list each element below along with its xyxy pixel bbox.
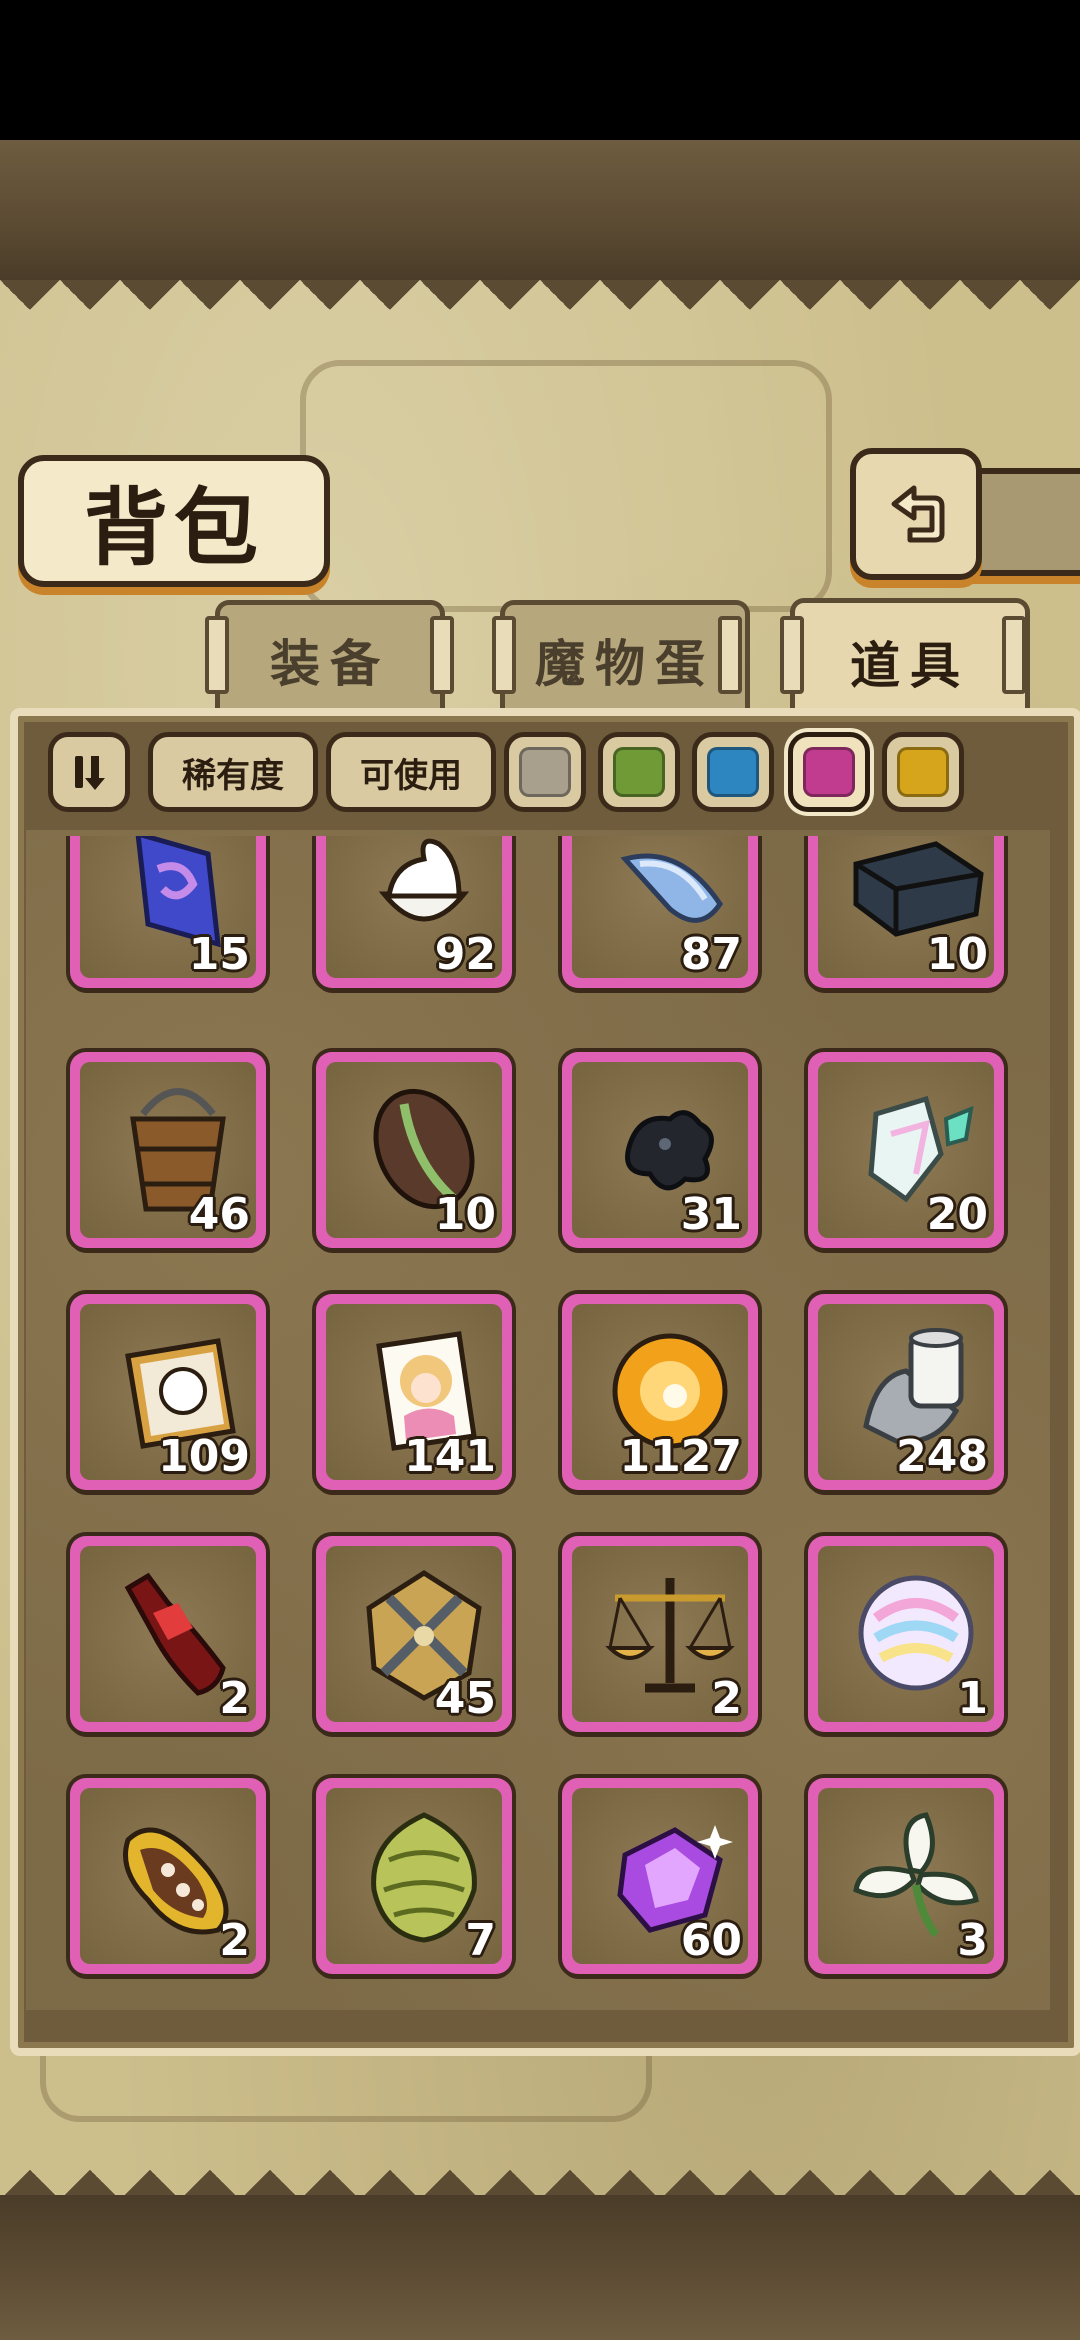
sort-icon xyxy=(75,756,105,790)
item-slot[interactable]: 2 xyxy=(70,1536,266,1732)
rarity-swatch-gray[interactable] xyxy=(504,732,586,812)
item-slot[interactable]: 248 xyxy=(808,1294,1004,1490)
swatch-green xyxy=(613,747,665,797)
swatch-gold xyxy=(897,747,949,797)
rarity-swatch-green[interactable] xyxy=(598,732,680,812)
rarity-swatch-gold[interactable] xyxy=(882,732,964,812)
back-arrow-icon xyxy=(891,485,945,543)
item-slot[interactable]: 46 xyxy=(70,1052,266,1248)
item-slot[interactable]: 45 xyxy=(316,1536,512,1732)
tab-peg xyxy=(205,616,229,694)
item-slot[interactable]: 92 xyxy=(316,836,512,988)
item-count: 7 xyxy=(465,1915,496,1966)
item-slot[interactable]: 1 xyxy=(808,1536,1004,1732)
tab-peg xyxy=(1002,616,1026,694)
item-count: 1 xyxy=(957,1673,988,1724)
tab-peg xyxy=(780,616,804,694)
item-slot[interactable]: 20 xyxy=(808,1052,1004,1248)
item-count: 2 xyxy=(711,1673,742,1724)
swatch-blue xyxy=(707,747,759,797)
back-button[interactable] xyxy=(850,448,982,580)
rarity-filter-label: 稀有度 xyxy=(182,755,284,796)
item-count: 2 xyxy=(219,1673,250,1724)
torn-edge-top xyxy=(0,280,1080,340)
item-slot[interactable]: 109 xyxy=(70,1294,266,1490)
tab-items[interactable]: 道具 xyxy=(790,598,1030,721)
tab-peg xyxy=(430,616,454,694)
tab-items-label: 道具 xyxy=(850,637,970,695)
page-title: 背包 xyxy=(83,477,264,577)
item-slot[interactable]: 141 xyxy=(316,1294,512,1490)
item-slot[interactable]: 87 xyxy=(562,836,758,988)
item-slot[interactable]: 60 xyxy=(562,1778,758,1974)
rarity-filter-button[interactable]: 稀有度 xyxy=(148,732,318,812)
item-slot[interactable]: 7 xyxy=(316,1778,512,1974)
item-count: 2 xyxy=(219,1915,250,1966)
tab-equipment-label: 装备 xyxy=(270,635,390,693)
item-count: 92 xyxy=(434,929,496,980)
item-slot[interactable]: 2 xyxy=(70,1778,266,1974)
usable-filter-button[interactable]: 可使用 xyxy=(326,732,496,812)
rarity-swatch-blue[interactable] xyxy=(692,732,774,812)
item-slot[interactable]: 15 xyxy=(70,836,266,988)
item-slot[interactable]: 2 xyxy=(562,1536,758,1732)
item-count: 15 xyxy=(188,929,250,980)
item-count: 20 xyxy=(926,1189,988,1240)
swatch-gray xyxy=(519,747,571,797)
item-count: 87 xyxy=(680,929,742,980)
page-title-plate: 背包 xyxy=(18,455,330,587)
item-count: 31 xyxy=(680,1189,742,1240)
item-count: 3 xyxy=(957,1915,988,1966)
tab-peg xyxy=(718,616,742,694)
item-slot[interactable]: 3 xyxy=(808,1778,1004,1974)
item-count: 1127 xyxy=(619,1431,742,1482)
item-count: 45 xyxy=(434,1673,496,1724)
item-count: 60 xyxy=(680,1915,742,1966)
torn-edge-bottom xyxy=(0,2140,1080,2200)
bottom-map-strip xyxy=(0,2195,1080,2340)
tab-monster-egg[interactable]: 魔物蛋 xyxy=(500,600,750,715)
item-slot[interactable]: 10 xyxy=(316,1052,512,1248)
usable-filter-label: 可使用 xyxy=(360,755,462,796)
sort-button[interactable] xyxy=(48,732,130,812)
tab-peg xyxy=(492,616,516,694)
top-map-strip xyxy=(0,140,1080,280)
item-slot[interactable]: 10 xyxy=(808,836,1004,988)
item-count: 248 xyxy=(896,1431,988,1482)
tab-monster-egg-label: 魔物蛋 xyxy=(535,635,715,693)
map-decoration xyxy=(300,360,832,612)
item-count: 141 xyxy=(404,1431,496,1482)
item-slot[interactable]: 31 xyxy=(562,1052,758,1248)
item-count: 10 xyxy=(926,929,988,980)
tab-equipment[interactable]: 装备 xyxy=(215,600,445,715)
item-count: 109 xyxy=(158,1431,250,1482)
item-count: 10 xyxy=(434,1189,496,1240)
rarity-swatch-purple[interactable] xyxy=(788,732,870,812)
swatch-purple xyxy=(803,747,855,797)
status-bar xyxy=(0,0,1080,140)
item-count: 46 xyxy=(188,1189,250,1240)
item-slot[interactable]: 1127 xyxy=(562,1294,758,1490)
item-grid: 15 92 87 10 46 10 31 20 109 141 1127 248… xyxy=(26,836,1050,1996)
